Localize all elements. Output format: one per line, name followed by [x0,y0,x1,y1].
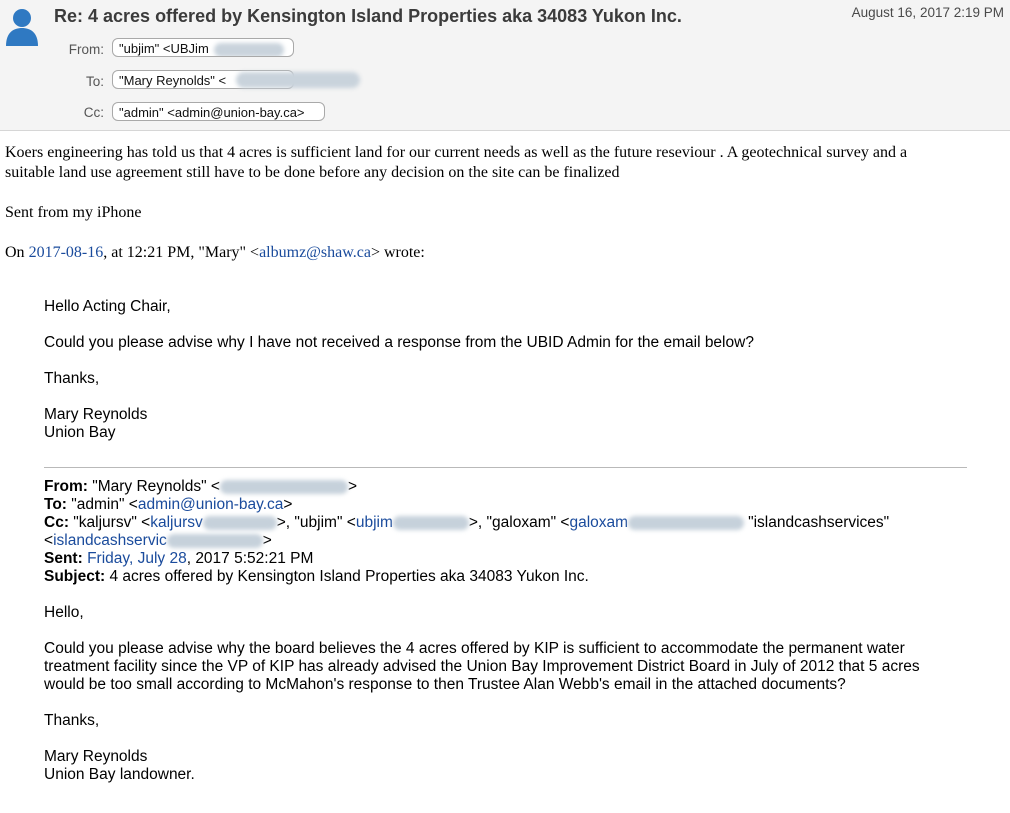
fwd-signature-name: Mary Reynolds [44,748,148,765]
message-date: August 16, 2017 2:19 PM [851,5,1004,20]
fwd-to-label: To: [44,496,67,513]
redacted-blur [236,72,360,88]
fwd-cc-text: "islandcashservices" [748,514,890,531]
redacted-blur [166,533,263,548]
fwd-sent-rest: , 2017 5:52:21 PM [186,550,314,567]
attribution-text: > wrote: [370,244,425,261]
fwd-subject-line: Subject: 4 acres offered by Kensington I… [44,568,974,586]
fwd-cc-text: > [262,532,272,549]
attribution-date-link[interactable]: 2017-08-16 [29,244,104,261]
to-label: To: [85,74,104,89]
quoted-greeting: Hello Acting Chair, [44,298,171,315]
cc-label: Cc: [83,105,104,120]
fwd-cc-text: >, "ubjim" < [276,514,356,531]
fwd-to-end: > [283,496,293,513]
from-address-pill[interactable]: "ubjim" <UBJim [112,38,294,57]
fwd-signature: Mary Reynolds Union Bay landowner. [44,748,974,784]
fwd-subject-label: Subject: [44,568,106,585]
fwd-greeting: Hello, [44,604,84,621]
fwd-to-line: To: "admin" <admin@union-bay.ca> [44,496,974,514]
fwd-body-line: treatment facility since the VP of KIP h… [44,658,920,675]
fwd-sent-line: Sent: Friday, July 28, 2017 5:52:21 PM [44,550,974,568]
to-address-text: "Mary Reynolds" < [119,73,227,88]
fwd-from-end: > [347,478,358,495]
fwd-body-line: Could you please advise why the board be… [44,640,905,657]
fwd-from-value: "Mary Reynolds" < [87,478,220,495]
quoted-thanks: Thanks, [44,370,100,387]
redacted-blur [202,515,277,530]
message-header: Re: 4 acres offered by Kensington Island… [0,0,1010,131]
fwd-cc-text: "kaljursv" < [68,514,151,531]
fwd-from-label: From: [44,478,88,495]
reply-signature: Sent from my iPhone [5,204,142,221]
fwd-signature-role: Union Bay landowner. [44,766,195,783]
reply-body-line: Koers engineering has told us that 4 acr… [5,144,908,161]
quote-attribution: On 2017-08-16, at 12:21 PM, "Mary" <albu… [5,243,970,263]
fwd-cc-line-2: <islandcashservic > [44,532,974,550]
sender-avatar-icon [6,9,38,46]
fwd-cc-email-link[interactable]: ubjim [356,514,393,531]
fwd-body-line: would be too small according to McMahon'… [44,676,846,693]
redacted-blur [392,515,469,530]
forwarded-divider [44,467,967,468]
quoted-question: Could you please advise why I have not r… [44,334,754,351]
reply-body: Koers engineering has told us that 4 acr… [5,143,970,183]
from-address-text: "ubjim" <UBJim [119,41,209,56]
cc-address-pill[interactable]: "admin" <admin@union-bay.ca> [112,102,325,121]
fwd-from-line: From: "Mary Reynolds" < > [44,478,974,496]
attribution-email-link[interactable]: albumz@shaw.ca [259,244,371,261]
message-subject: Re: 4 acres offered by Kensington Island… [54,6,682,26]
fwd-cc-email-link[interactable]: kaljursv [150,514,203,531]
quoted-signature-place: Union Bay [44,424,116,441]
reply-body-line: suitable land use agreement still have t… [5,164,620,181]
fwd-sent-date-link[interactable]: Friday, July 28 [87,550,187,567]
fwd-thanks: Thanks, [44,712,100,729]
fwd-cc-label: Cc: [44,514,69,531]
fwd-sent-label: Sent: [44,550,83,567]
cc-address-text: "admin" <admin@union-bay.ca> [119,105,305,120]
fwd-to-email-link[interactable]: admin@union-bay.ca [138,496,284,513]
fwd-cc-email-link[interactable]: galoxam [570,514,629,531]
fwd-cc-email-link[interactable]: islandcashservic [53,532,167,549]
redacted-blur [219,479,348,494]
redacted-blur [214,42,285,56]
attribution-text: , at 12:21 PM, "Mary" < [103,244,260,261]
redacted-blur [628,515,745,530]
fwd-to-value: "admin" < [66,496,138,513]
quoted-signature: Mary Reynolds Union Bay [44,406,974,442]
attribution-text: On [5,244,29,261]
fwd-body: Could you please advise why the board be… [44,640,974,694]
from-label: From: [68,42,104,57]
fwd-cc-text: >, "galoxam" < [468,514,570,531]
forwarded-headers: From: "Mary Reynolds" < > To: "admin" <ad… [44,478,974,586]
quoted-signature-name: Mary Reynolds [44,406,148,423]
fwd-subject-value: 4 acres offered by Kensington Island Pro… [105,568,589,585]
fwd-cc-line: Cc: "kaljursv" <kaljursv >, "ubjim" <ubji… [44,514,974,532]
fwd-cc-text: < [44,532,54,549]
